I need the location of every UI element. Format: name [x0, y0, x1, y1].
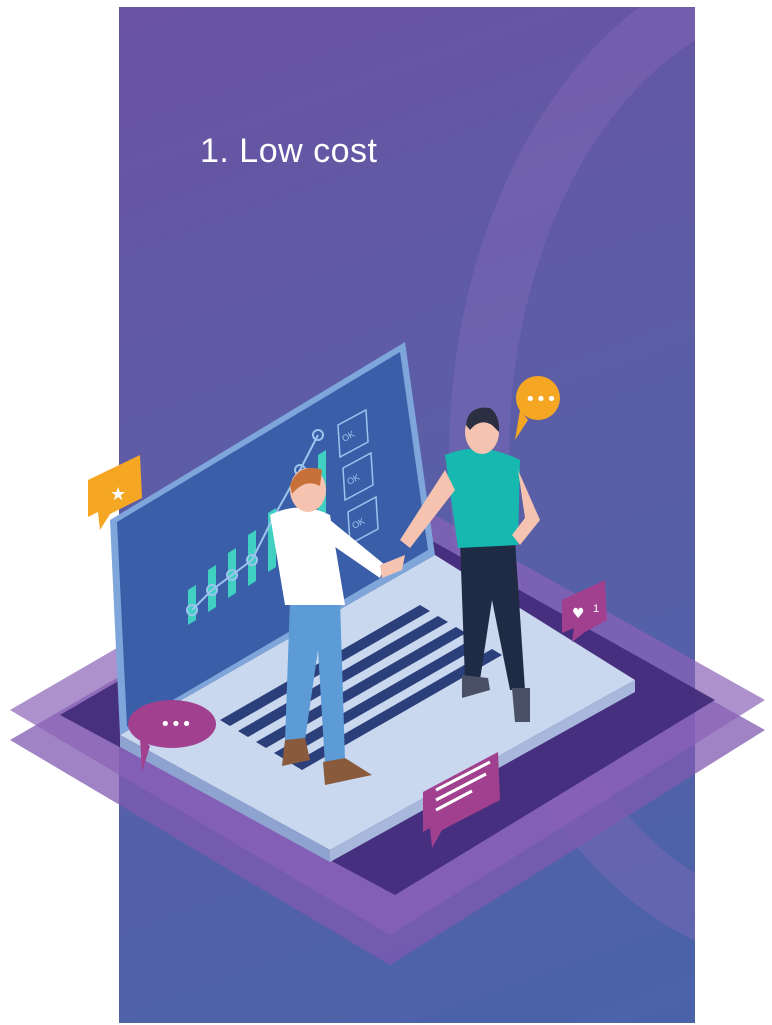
like-count: 1 — [593, 603, 599, 615]
heart-icon: ♥ — [572, 606, 585, 622]
page-title: 1. Low cost — [200, 132, 378, 170]
bubble-dots-top: ••• — [515, 376, 560, 440]
chat-dots-icon: ••• — [525, 389, 557, 410]
chat-dots-icon-2: ••• — [160, 714, 192, 735]
star-icon: ★ — [110, 484, 126, 505]
isometric-illustration: OK OK OK ★ ••• ♥ 1 ••• — [10, 342, 765, 965]
